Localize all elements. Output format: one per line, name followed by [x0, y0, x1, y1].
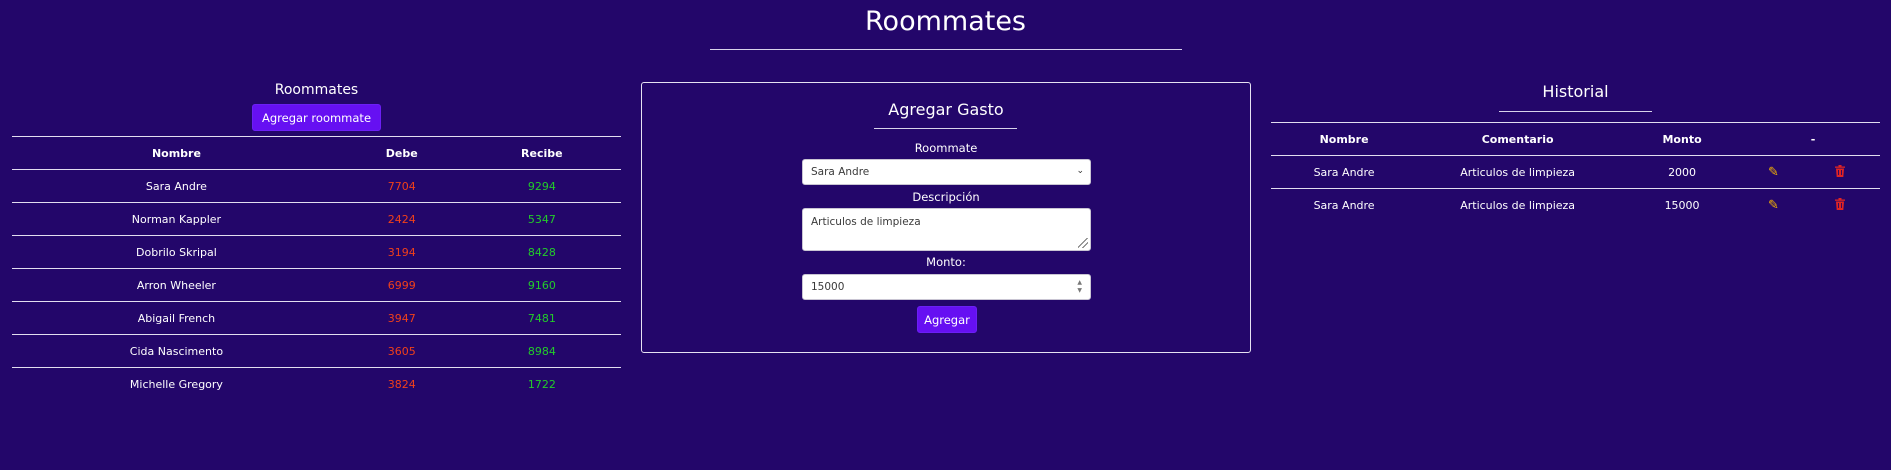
historial-monto: 2000 — [1618, 155, 1746, 189]
historial-nombre: Sara Andre — [1271, 155, 1418, 189]
edit-cell: ✎ — [1746, 155, 1801, 189]
agregar-button[interactable]: Agregar — [917, 306, 977, 333]
table-row: Dobrilo Skripal 3194 8428 — [12, 235, 621, 269]
table-row: Abigail French 3947 7481 — [12, 301, 621, 335]
agregar-gasto-card: Agregar Gasto Roommate Sara Andre ⌄ Desc… — [641, 82, 1251, 353]
historial-panel: Historial Nombre Comentario Monto - Sara… — [1271, 82, 1880, 222]
resize-handle-icon[interactable] — [1078, 238, 1088, 248]
historial-title-divider — [1499, 111, 1652, 112]
roommate-debe: 7704 — [340, 169, 463, 203]
roommates-heading: Roommates — [274, 82, 359, 98]
table-row: Sara Andre 7704 9294 — [12, 169, 621, 203]
table-row: Norman Kappler 2424 5347 — [12, 202, 621, 236]
table-row: Cida Nascimento 3605 8984 — [12, 334, 621, 368]
delete-cell — [1801, 189, 1880, 222]
chevron-down-icon: ⌄ — [1076, 166, 1084, 176]
edit-cell: ✎ — [1746, 189, 1801, 222]
edit-icon[interactable]: ✎ — [1768, 198, 1779, 213]
table-row: Sara Andre Articulos de limpieza 2000 ✎ — [1271, 155, 1880, 189]
table-row: Arron Wheeler 6999 9160 — [12, 268, 621, 302]
monto-value: 15000 — [811, 281, 845, 293]
column-header-debe: Debe — [340, 136, 463, 170]
roommate-recibe: 1722 — [527, 377, 556, 391]
column-header-nombre: Nombre — [1271, 122, 1418, 156]
historial-table: Nombre Comentario Monto - Sara Andre Art… — [1271, 122, 1880, 222]
roommate-debe: 3824 — [387, 377, 416, 391]
edit-icon[interactable]: ✎ — [1768, 165, 1779, 180]
table-row: Sara Andre Articulos de limpieza 15000 ✎ — [1271, 189, 1880, 222]
delete-cell — [1800, 155, 1880, 189]
roommates-table: Nombre Debe Recibe Sara Andre 7704 9294 … — [12, 136, 621, 401]
title-divider — [710, 49, 1182, 50]
column-header-recibe: Recibe — [462, 136, 621, 170]
add-roommate-button[interactable]: Agregar roommate — [251, 104, 382, 131]
roommate-name: Dobrilo Skripal — [12, 235, 341, 269]
descripcion-value: Articulos de limpieza — [811, 216, 921, 228]
roommate-name: Cida Nascimento — [12, 334, 341, 368]
table-row: Michelle Gregory 3824 1722 — [12, 368, 621, 401]
descripcion-textarea[interactable]: Articulos de limpieza — [802, 208, 1091, 251]
historial-nombre: Sara Andre — [1313, 198, 1375, 212]
table-header-row: Nombre Comentario Monto - — [1271, 122, 1880, 156]
roommate-name: Michelle Gregory — [129, 377, 223, 391]
roommate-debe: 3947 — [340, 301, 463, 335]
trash-icon[interactable] — [1835, 197, 1846, 213]
roommate-debe: 2424 — [340, 202, 463, 236]
roommate-recibe: 8984 — [462, 334, 621, 368]
descripcion-label: Descripción — [912, 190, 980, 204]
table-header-row: Nombre Debe Recibe — [12, 136, 621, 170]
monto-label: Monto: — [926, 255, 966, 269]
historial-comentario: Articulos de limpieza — [1417, 155, 1619, 189]
roommate-name: Arron Wheeler — [12, 268, 341, 302]
page-title: Roommates — [865, 6, 1026, 37]
historial-monto: 15000 — [1664, 198, 1700, 212]
monto-input[interactable]: 15000 ▲ ▼ — [802, 274, 1091, 300]
roommate-name: Norman Kappler — [12, 202, 341, 236]
roommate-recibe: 9160 — [462, 268, 621, 302]
roommate-recibe: 5347 — [462, 202, 621, 236]
roommate-debe: 3194 — [340, 235, 463, 269]
historial-comentario: Articulos de limpieza — [1460, 198, 1576, 212]
column-header-nombre: Nombre — [12, 136, 341, 170]
card-title: Agregar Gasto — [888, 100, 1004, 119]
roommate-debe: 3605 — [340, 334, 463, 368]
roommate-select[interactable]: Sara Andre ⌄ — [802, 159, 1091, 185]
column-header-monto: Monto — [1618, 122, 1746, 156]
roommate-recibe: 9294 — [462, 169, 621, 203]
historial-title: Historial — [1542, 82, 1609, 101]
number-spinner-icon[interactable]: ▲ ▼ — [1077, 279, 1082, 295]
column-header-comentario: Comentario — [1417, 122, 1619, 156]
roommate-select-value: Sara Andre — [811, 166, 870, 178]
roommate-name: Abigail French — [12, 301, 341, 335]
roommate-recibe: 8428 — [462, 235, 621, 269]
trash-icon[interactable] — [1835, 164, 1846, 180]
roommates-panel: Roommates Agregar roommate Nombre Debe R… — [12, 80, 621, 401]
roommate-label: Roommate — [914, 141, 978, 155]
roommate-name: Sara Andre — [12, 169, 341, 203]
card-title-divider — [874, 128, 1017, 129]
column-header-actions: - — [1746, 122, 1880, 156]
roommate-recibe: 7481 — [462, 301, 621, 335]
roommate-debe: 6999 — [340, 268, 463, 302]
